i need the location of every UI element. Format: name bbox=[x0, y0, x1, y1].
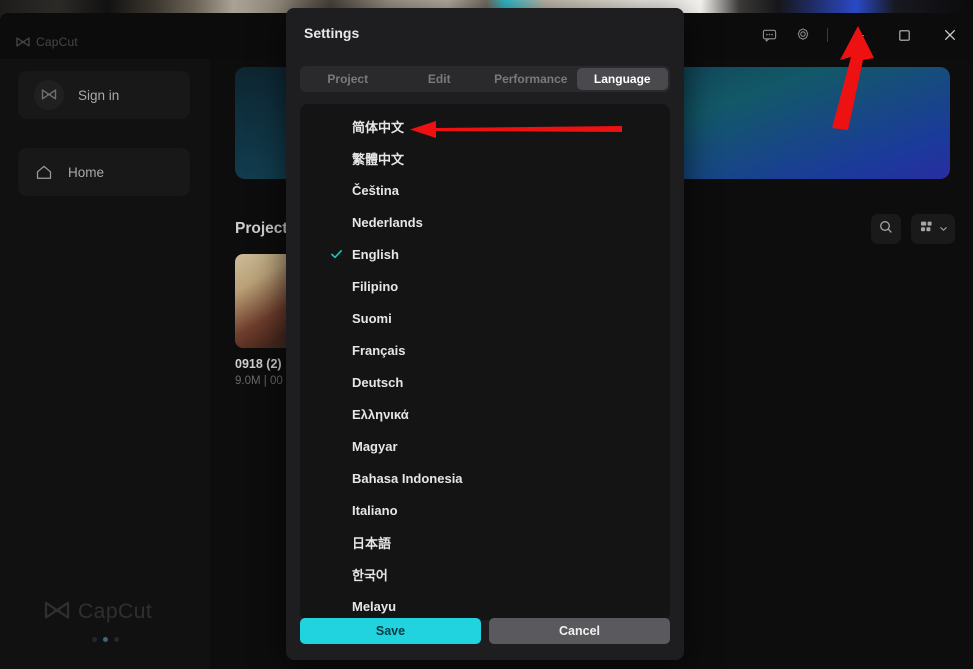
language-option[interactable]: Filipino bbox=[300, 270, 670, 302]
tab-label: Performance bbox=[494, 72, 567, 86]
sidebar-item-label: Home bbox=[68, 165, 104, 180]
check-icon bbox=[330, 248, 343, 261]
tab-performance[interactable]: Performance bbox=[485, 68, 577, 90]
language-option[interactable]: Melayu bbox=[300, 590, 670, 620]
language-label: Deutsch bbox=[352, 375, 403, 390]
language-option[interactable]: Deutsch bbox=[300, 366, 670, 398]
language-option[interactable]: Italiano bbox=[300, 494, 670, 526]
language-label: Suomi bbox=[352, 311, 392, 326]
language-option[interactable]: 日本語 bbox=[300, 526, 670, 558]
language-option[interactable]: 简体中文 bbox=[300, 110, 670, 142]
language-option[interactable]: 繁體中文 bbox=[300, 142, 670, 174]
window-controls bbox=[752, 18, 973, 52]
capcut-avatar-icon bbox=[34, 80, 64, 110]
language-label: Bahasa Indonesia bbox=[352, 471, 463, 486]
minimize-icon[interactable] bbox=[835, 18, 881, 52]
language-option[interactable]: Magyar bbox=[300, 430, 670, 462]
carousel-dot[interactable] bbox=[92, 637, 97, 642]
maximize-icon[interactable] bbox=[881, 18, 927, 52]
sidebar-item-label: Sign in bbox=[78, 88, 119, 103]
save-button[interactable]: Save bbox=[300, 618, 481, 644]
language-option[interactable]: Čeština bbox=[300, 174, 670, 206]
sidebar-item-home[interactable]: Home bbox=[18, 148, 190, 196]
tab-language[interactable]: Language bbox=[577, 68, 669, 90]
language-label: English bbox=[352, 247, 399, 262]
tab-label: Project bbox=[327, 72, 368, 86]
capcut-watermark: CapCut bbox=[44, 600, 152, 624]
language-label: 日本語 bbox=[352, 533, 391, 552]
tab-edit[interactable]: Edit bbox=[394, 68, 486, 90]
carousel-dots bbox=[92, 637, 119, 642]
language-label: Ελληνικά bbox=[352, 407, 409, 422]
search-icon bbox=[878, 219, 894, 240]
language-option[interactable]: 한국어 bbox=[300, 558, 670, 590]
tab-label: Language bbox=[594, 72, 651, 86]
capcut-logo-icon bbox=[16, 36, 30, 48]
chat-bubble-icon[interactable] bbox=[752, 18, 786, 52]
projects-toolbar bbox=[871, 214, 955, 244]
language-option[interactable]: Nederlands bbox=[300, 206, 670, 238]
view-mode-button[interactable] bbox=[911, 214, 955, 244]
tab-label: Edit bbox=[428, 72, 451, 86]
settings-tab-bar: Project Edit Performance Language bbox=[300, 66, 670, 92]
cancel-button[interactable]: Cancel bbox=[489, 618, 670, 644]
titlebar-divider bbox=[827, 28, 828, 42]
dialog-title: Settings bbox=[304, 25, 359, 41]
home-icon bbox=[34, 162, 54, 182]
language-label: 简体中文 bbox=[352, 117, 404, 136]
carousel-dot-active[interactable] bbox=[103, 637, 108, 642]
settings-dialog: Settings Project Edit Performance Langua… bbox=[286, 8, 684, 660]
language-label: Filipino bbox=[352, 279, 398, 294]
carousel-dot[interactable] bbox=[114, 637, 119, 642]
dialog-actions: Save Cancel bbox=[300, 618, 670, 644]
grid-view-icon bbox=[919, 219, 935, 240]
language-option[interactable]: Ελληνικά bbox=[300, 398, 670, 430]
language-list[interactable]: 简体中文繁體中文 Čeština Nederlands English Filipino… bbox=[300, 104, 670, 620]
watermark-label: CapCut bbox=[78, 600, 152, 624]
chevron-down-icon bbox=[939, 220, 948, 238]
language-list-panel: 简体中文繁體中文 Čeština Nederlands English Filipino… bbox=[300, 104, 670, 620]
language-label: Italiano bbox=[352, 503, 398, 518]
language-option[interactable]: Bahasa Indonesia bbox=[300, 462, 670, 494]
app-logo: CapCut bbox=[16, 35, 78, 49]
gear-icon[interactable] bbox=[786, 18, 820, 52]
language-label: Melayu bbox=[352, 599, 396, 614]
language-label: 繁體中文 bbox=[352, 149, 404, 168]
tab-project[interactable]: Project bbox=[302, 68, 394, 90]
language-label: Nederlands bbox=[352, 215, 423, 230]
close-icon[interactable] bbox=[927, 18, 973, 52]
screen: CapCut bbox=[0, 0, 973, 669]
language-option[interactable]: Suomi bbox=[300, 302, 670, 334]
language-option[interactable]: English bbox=[300, 238, 670, 270]
search-button[interactable] bbox=[871, 214, 901, 244]
sidebar-item-sign-in[interactable]: Sign in bbox=[18, 71, 190, 119]
language-label: Français bbox=[352, 343, 405, 358]
sidebar: Sign in Home CapCut bbox=[0, 59, 210, 669]
language-option[interactable]: Français bbox=[300, 334, 670, 366]
language-label: 한국어 bbox=[352, 565, 388, 584]
language-label: Čeština bbox=[352, 183, 399, 198]
app-name-label: CapCut bbox=[36, 35, 78, 49]
language-label: Magyar bbox=[352, 439, 398, 454]
